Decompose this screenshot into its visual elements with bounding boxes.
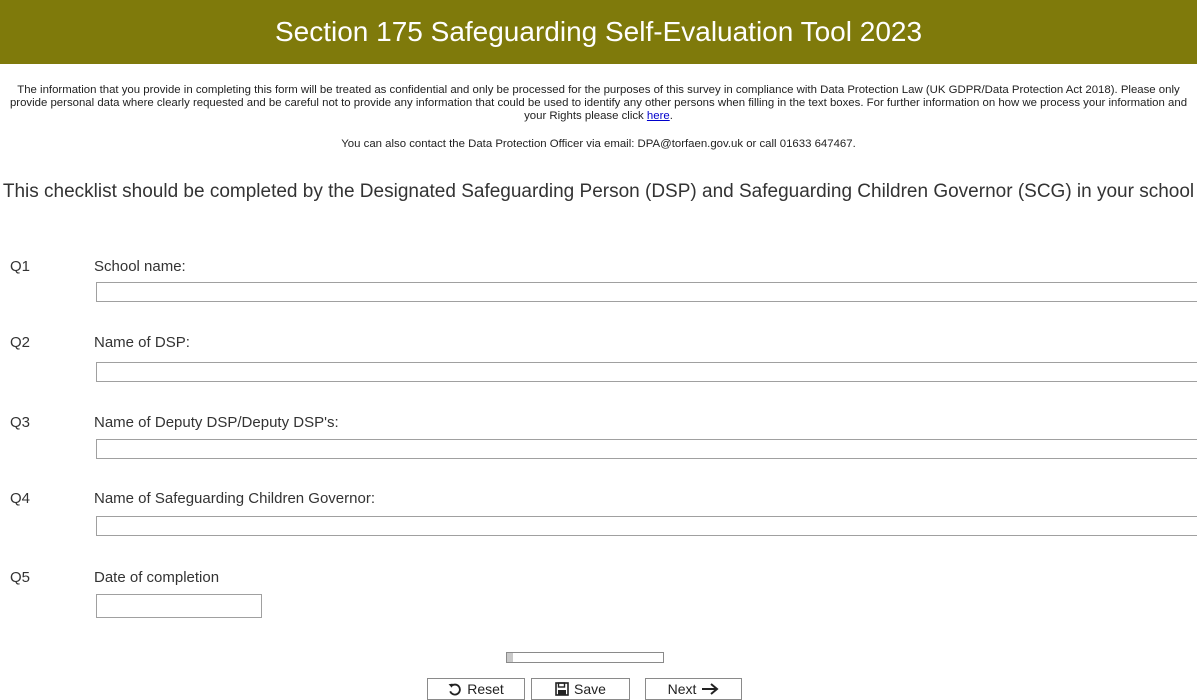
floppy-disk-icon <box>555 682 569 696</box>
next-button[interactable]: Next <box>645 678 742 700</box>
question-number: Q1 <box>10 258 31 275</box>
reset-label: Reset <box>467 681 504 697</box>
arrow-right-icon <box>701 683 719 695</box>
page-header: Section 175 Safeguarding Self-Evaluation… <box>0 0 1197 64</box>
deputy-dsp-input[interactable] <box>96 439 1197 459</box>
question-label: Date of completion <box>94 569 220 586</box>
reset-button[interactable]: Reset <box>427 678 525 700</box>
privacy-text: The information that you provide in comp… <box>9 84 1188 122</box>
question-label: Name of Deputy DSP/Deputy DSP's: <box>94 414 339 431</box>
question-number: Q5 <box>10 569 31 586</box>
page-title: Section 175 Safeguarding Self-Evaluation… <box>274 16 923 47</box>
school-name-input[interactable] <box>96 282 1197 302</box>
next-label: Next <box>667 681 697 697</box>
question-label: Name of Safeguarding Children Governor: <box>94 490 375 507</box>
question-label: Name of DSP: <box>94 334 190 351</box>
privacy-link[interactable]: here <box>647 110 670 122</box>
completion-date-input[interactable] <box>96 594 262 618</box>
undo-icon <box>448 682 462 696</box>
contact-text: You can also contact the Data Protection… <box>341 138 856 150</box>
privacy-notice: The information that you provide in comp… <box>0 84 1197 123</box>
question-number: Q3 <box>10 414 31 431</box>
question-number: Q2 <box>10 334 31 351</box>
form-subtitle: This checklist should be completed by th… <box>2 181 1195 202</box>
dsp-name-input[interactable] <box>96 362 1197 382</box>
privacy-text-end: . <box>669 110 673 122</box>
save-label: Save <box>574 681 606 697</box>
progress-fill <box>507 653 514 662</box>
safeguarding-governor-input[interactable] <box>96 516 1197 536</box>
question-number: Q4 <box>10 490 31 507</box>
save-button[interactable]: Save <box>531 678 630 700</box>
question-label: School name: <box>94 258 186 275</box>
progress-bar <box>506 652 664 663</box>
